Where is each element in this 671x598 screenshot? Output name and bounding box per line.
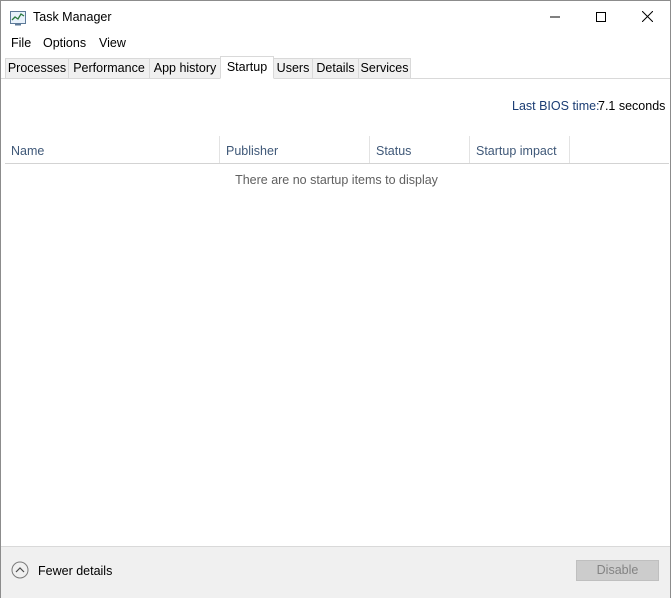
column-separator[interactable]: [569, 136, 570, 163]
minimize-icon: [550, 11, 560, 25]
window-title: Task Manager: [33, 10, 112, 24]
task-manager-icon: [10, 10, 27, 26]
tab-processes[interactable]: Processes: [5, 58, 69, 78]
disable-button[interactable]: Disable: [576, 560, 659, 581]
title-bar[interactable]: Task Manager: [1, 1, 670, 34]
tab-users[interactable]: Users: [273, 58, 313, 78]
empty-list-message: There are no startup items to display: [235, 173, 438, 187]
menu-file[interactable]: File: [11, 36, 31, 50]
bios-time-value: 7.1 seconds: [598, 99, 666, 113]
column-header-startup-impact[interactable]: Startup impact: [470, 136, 569, 163]
tab-strip: Processes Performance App history Startu…: [1, 56, 670, 79]
table-header: Name Publisher Status Startup impact: [5, 136, 669, 164]
chevron-up-circle-icon[interactable]: [11, 561, 29, 579]
column-header-publisher[interactable]: Publisher: [220, 136, 369, 163]
task-manager-window: Task Manager File Options View Processes…: [0, 0, 671, 598]
menu-bar: File Options View: [1, 34, 670, 54]
menu-view[interactable]: View: [99, 36, 126, 50]
tab-startup[interactable]: Startup: [220, 56, 274, 79]
maximize-button[interactable]: [578, 1, 624, 34]
tab-details[interactable]: Details: [312, 58, 359, 78]
tab-services[interactable]: Services: [358, 58, 411, 78]
column-header-status[interactable]: Status: [370, 136, 469, 163]
minimize-button[interactable]: [532, 1, 578, 34]
menu-options[interactable]: Options: [43, 36, 86, 50]
tab-performance[interactable]: Performance: [68, 58, 150, 78]
bios-time-label: Last BIOS time:: [512, 99, 600, 113]
fewer-details-link[interactable]: Fewer details: [38, 564, 112, 578]
close-icon: [641, 10, 653, 25]
tab-app-history[interactable]: App history: [149, 58, 221, 78]
close-button[interactable]: [624, 1, 670, 34]
tab-divider: [1, 78, 670, 79]
footer-bar: Fewer details Disable: [1, 546, 670, 598]
maximize-icon: [596, 11, 606, 25]
column-header-name[interactable]: Name: [5, 136, 219, 163]
